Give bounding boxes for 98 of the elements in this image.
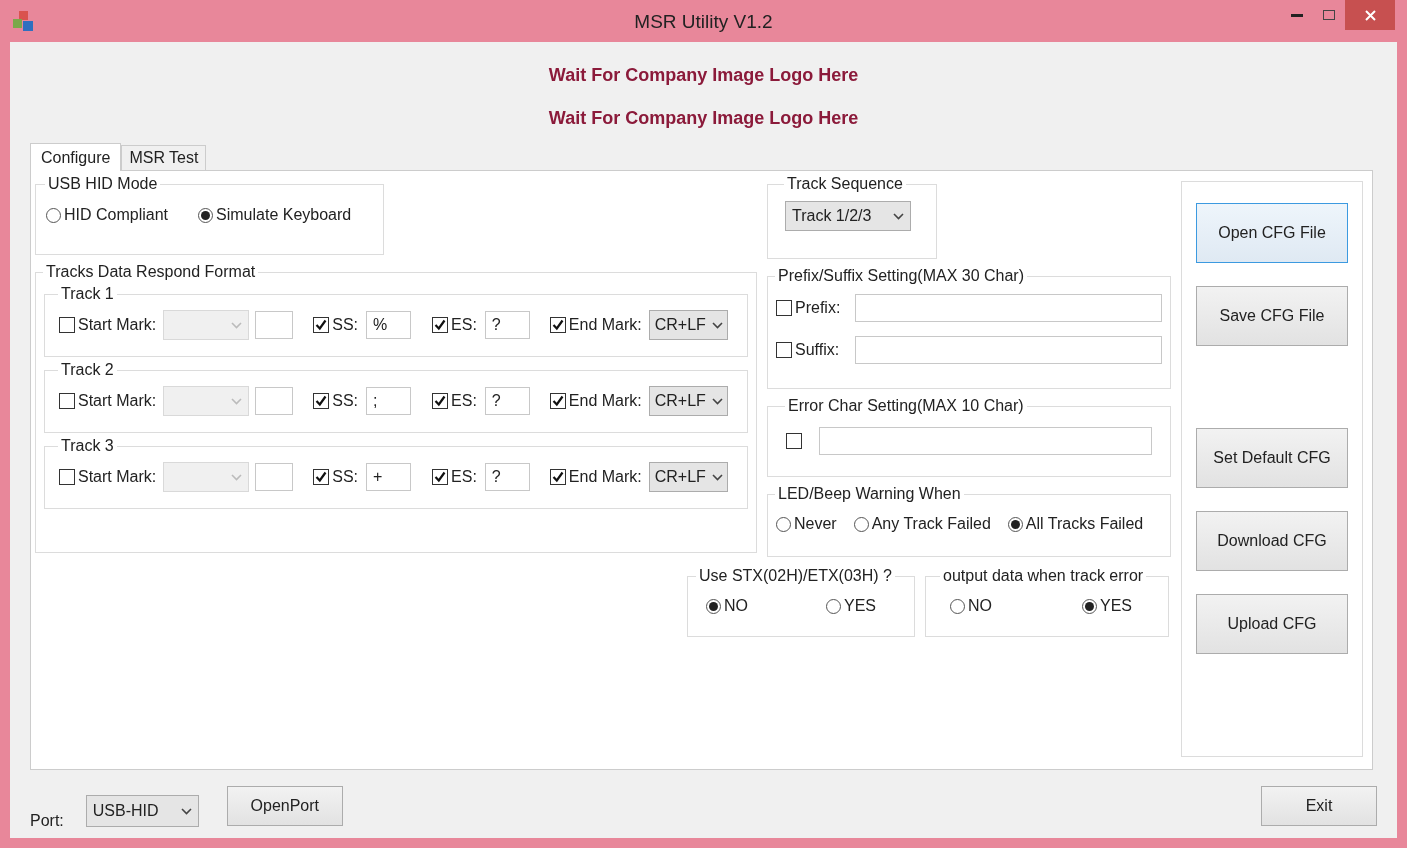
text-field[interactable]: ? <box>484 311 530 339</box>
radio-label: Any Track Failed <box>871 515 991 533</box>
caret-icon <box>711 321 723 329</box>
checkbox[interactable] <box>549 393 566 409</box>
logo-placeholder-text: Wait For Company Image Logo Here <box>548 107 859 130</box>
group-title: USB HID Mode <box>47 175 159 193</box>
checkbox[interactable] <box>776 342 792 358</box>
caret-icon <box>711 397 723 405</box>
radio-button[interactable] <box>198 207 214 223</box>
checkbox[interactable] <box>549 469 566 485</box>
exit-button[interactable]: Exit <box>1261 786 1377 826</box>
radio-label: NO <box>968 597 992 615</box>
checkbox-label: SS: <box>332 468 359 486</box>
text-field[interactable]: % <box>366 311 412 339</box>
text-field[interactable] <box>855 294 1162 322</box>
radio-button[interactable] <box>46 207 61 223</box>
checkbox-label: Suffix: <box>795 341 840 359</box>
open-port-button[interactable]: OpenPort <box>226 786 343 826</box>
checkbox-label: End Mark: <box>568 468 642 486</box>
checkbox-label: ES: <box>451 316 477 334</box>
group-title: output data when track error <box>942 567 1145 585</box>
group-title: Error Char Setting(MAX 10 Char) <box>787 397 1025 415</box>
logo-placeholder-text: Wait For Company Image Logo Here <box>548 64 859 87</box>
close-button[interactable] <box>1345 0 1395 30</box>
text-field[interactable]: ? <box>484 387 530 415</box>
caret-icon <box>231 397 243 405</box>
group-title: Track 2 <box>60 361 115 379</box>
checkbox-label: Start Mark: <box>78 316 157 334</box>
checkbox-label: Start Mark: <box>78 392 157 410</box>
radio-button[interactable] <box>1007 516 1023 532</box>
checkbox-label: SS: <box>332 316 359 334</box>
close-icon <box>1364 9 1376 21</box>
checkbox[interactable] <box>313 469 330 485</box>
text-field[interactable] <box>255 387 294 415</box>
radio-label: NO <box>724 597 748 615</box>
checkbox[interactable] <box>786 433 802 449</box>
checkbox[interactable] <box>432 469 449 485</box>
text-field[interactable] <box>819 427 1152 455</box>
radio-label: HID Compliant <box>64 206 169 224</box>
caret-icon <box>231 473 243 481</box>
group-title: Prefix/Suffix Setting(MAX 30 Char) <box>777 267 1026 285</box>
minimize-icon <box>1291 13 1303 17</box>
port-label: Port: <box>30 812 64 830</box>
group-title: Track Sequence <box>786 175 904 193</box>
radio-button[interactable] <box>826 598 841 614</box>
maximize-icon <box>1323 10 1335 20</box>
group-title: Track 3 <box>60 437 115 455</box>
dropdown[interactable]: CR+LF <box>648 462 728 492</box>
dropdown[interactable]: CR+LF <box>648 310 728 340</box>
checkbox-label: SS: <box>332 392 359 410</box>
checkbox-label: Start Mark: <box>78 468 157 486</box>
button[interactable]: Upload CFG <box>1196 594 1348 654</box>
text-field[interactable] <box>855 336 1162 364</box>
checkbox-label: ES: <box>451 392 477 410</box>
dropdown[interactable]: CR+LF <box>648 386 728 416</box>
radio-button[interactable] <box>706 598 721 614</box>
checkbox-label: Prefix: <box>795 299 841 317</box>
group-title: Tracks Data Respond Format <box>45 263 257 281</box>
radio-button[interactable] <box>1082 598 1097 614</box>
checkbox-label: End Mark: <box>568 316 642 334</box>
radio-label: Never <box>794 515 837 533</box>
checkbox[interactable] <box>313 393 330 409</box>
group-title: Track 1 <box>60 285 115 303</box>
caret-icon <box>231 321 243 329</box>
button[interactable]: Download CFG <box>1196 511 1348 571</box>
caret-icon <box>893 212 904 220</box>
window-title: MSR Utility V1.2 <box>634 11 773 33</box>
text-field[interactable] <box>255 463 294 491</box>
text-field[interactable]: ? <box>484 463 530 491</box>
checkbox[interactable] <box>776 300 792 316</box>
button[interactable]: Save CFG File <box>1196 286 1348 346</box>
port-dropdown[interactable]: USB-HID <box>85 795 199 827</box>
button[interactable]: Set Default CFG <box>1196 428 1348 488</box>
checkbox-label: ES: <box>451 468 477 486</box>
radio-label: YES <box>1100 597 1132 615</box>
checkbox[interactable] <box>432 393 449 409</box>
radio-button[interactable] <box>950 598 965 614</box>
checkbox-label: End Mark: <box>568 392 642 410</box>
radio-label: YES <box>844 597 876 615</box>
checkbox[interactable] <box>549 317 566 333</box>
tab[interactable]: Configure <box>30 143 122 171</box>
checkbox[interactable] <box>432 317 449 333</box>
dropdown[interactable]: Track 1/2/3 <box>785 201 911 231</box>
caret-icon <box>711 473 723 481</box>
radio-label: All Tracks Failed <box>1025 515 1144 533</box>
radio-label: Simulate Keyboard <box>216 206 352 224</box>
group-title: LED/Beep Warning When <box>777 485 962 503</box>
text-field[interactable]: ; <box>366 387 412 415</box>
group-title: Use STX(02H)/ETX(03H) ? <box>698 567 893 585</box>
app-icon <box>12 10 34 32</box>
radio-button[interactable] <box>776 516 791 532</box>
caret-icon <box>180 807 192 815</box>
checkbox[interactable] <box>313 317 330 333</box>
text-field[interactable]: + <box>366 463 412 491</box>
tab[interactable]: MSR Test <box>121 145 207 170</box>
radio-button[interactable] <box>853 516 869 532</box>
button[interactable]: Open CFG File <box>1196 203 1348 263</box>
text-field[interactable] <box>255 311 294 339</box>
